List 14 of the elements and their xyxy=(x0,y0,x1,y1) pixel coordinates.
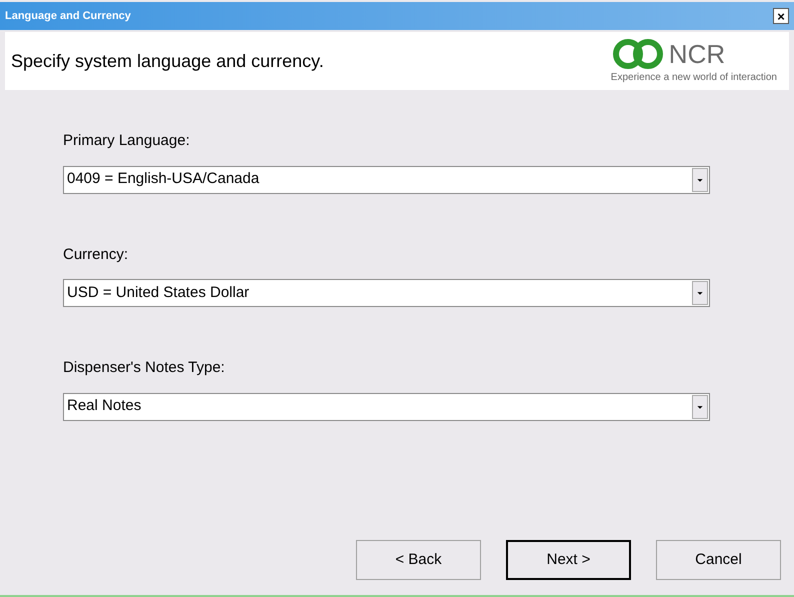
header-text: Specify system language and currency. xyxy=(11,50,324,73)
dropdown[interactable]: Real Notes xyxy=(63,392,710,420)
dialog-button[interactable]: Next > xyxy=(506,540,631,580)
dialog-button[interactable]: Cancel xyxy=(656,540,781,580)
logo-tagline: Experience a new world of interaction xyxy=(610,70,777,84)
window-title: Language and Currency xyxy=(5,8,131,24)
dialog-button[interactable]: < Back xyxy=(356,540,481,580)
field-label: Dispenser's Notes Type: xyxy=(63,358,226,378)
dropdown[interactable]: USD = United States Dollar xyxy=(63,279,710,307)
logo-text: NCR xyxy=(668,40,726,66)
dropdown[interactable]: 0409 = English-USA/Canada xyxy=(63,166,710,194)
close-button[interactable]: × xyxy=(773,8,789,24)
field-label: Primary Language: xyxy=(63,131,191,151)
field-label: Currency: xyxy=(63,244,130,264)
